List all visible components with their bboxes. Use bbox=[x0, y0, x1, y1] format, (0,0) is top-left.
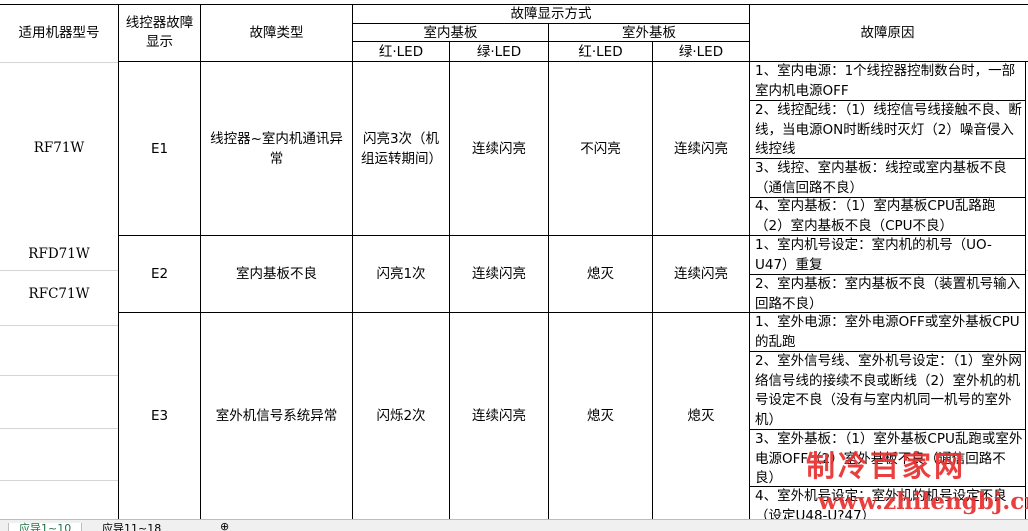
header-cause: 故障原因 bbox=[860, 25, 915, 41]
row-e2-type: 室内基板不良 bbox=[236, 266, 317, 282]
row-e2-indoor-red: 闪亮1次 bbox=[376, 266, 426, 282]
header-display: 线控器故障 显示 bbox=[125, 15, 194, 50]
gridline bbox=[0, 270, 118, 271]
row-e3-outdoor-red: 熄灭 bbox=[587, 408, 614, 424]
row-e1-cause-1: 1、室内电源：1个线控器控制数台时，一部室内机电源OFF bbox=[755, 63, 1016, 99]
header-display-mode: 故障显示方式 bbox=[510, 5, 592, 22]
header-indoor-red-led: 红·LED bbox=[378, 43, 424, 60]
model-rf71w: RF71W bbox=[33, 140, 85, 156]
gridline bbox=[0, 428, 118, 429]
row-e1-cause-2: 2、线控配线：（1）线控信号线接触不良、断线，当电源ON时断线时灭灯（2）噪音侵… bbox=[755, 102, 1022, 157]
row-e3-code: E3 bbox=[150, 408, 169, 424]
row-e1-outdoor-green: 连续闪亮 bbox=[674, 140, 728, 157]
sheet-tab-2[interactable]: 应导11~18 bbox=[92, 523, 171, 531]
row-e1-cause-3: 3、线控、室内基板：线控或室内基板不良（通信回路不良） bbox=[755, 160, 1007, 196]
row-e2-outdoor-red: 熄灭 bbox=[587, 266, 614, 282]
header-outdoor-board: 室外基板 bbox=[622, 24, 676, 41]
header-indoor-board: 室内基板 bbox=[423, 24, 478, 41]
row-e1-outdoor-red: 不闪亮 bbox=[580, 140, 621, 157]
row-e2-cause-1: 1、室内机号设定：室内机的机号（UO-U47）重复 bbox=[755, 237, 992, 273]
header-outdoor-red-led: 红·LED bbox=[578, 43, 623, 60]
row-e2-code: E2 bbox=[150, 266, 169, 282]
row-e3-indoor-red: 闪烁2次 bbox=[376, 408, 426, 424]
gridline bbox=[0, 62, 118, 63]
row-e1-type: 线控器~室内机通讯异常 bbox=[210, 130, 343, 167]
header-fault-type: 故障类型 bbox=[249, 25, 304, 41]
add-sheet-icon[interactable]: ⊕ bbox=[210, 521, 239, 531]
row-e3-cause-2: 2、室外信号线、室外机号设定：（1）室外网络信号线的接续不良或断线（2）室外机的… bbox=[755, 353, 1022, 428]
border bbox=[749, 4, 750, 519]
row-e3-cause-1: 1、室外电源：室外电源OFF或室外基板CPU的乱跑 bbox=[755, 314, 1020, 350]
model-rfd71w: RFD71W bbox=[28, 246, 90, 262]
row-e2-indoor-green: 连续闪亮 bbox=[472, 266, 526, 282]
row-e3-type: 室外机信号系统异常 bbox=[215, 408, 338, 424]
model-rfc71w: RFC71W bbox=[28, 286, 90, 302]
sheet-tab-bar: 应导1~10 应导11~18 ⊕ bbox=[0, 519, 1028, 531]
row-e1-indoor-red: 闪亮3次（机组运转期间） bbox=[361, 130, 442, 167]
row-e2-cause-2: 2、室内基板：室内基板不良（装置机号输入回路不良） bbox=[755, 276, 1021, 312]
row-e2-outdoor-green: 连续闪亮 bbox=[674, 266, 728, 282]
row-e3-indoor-green: 连续闪亮 bbox=[472, 408, 526, 424]
gridline bbox=[0, 375, 118, 376]
gridline bbox=[0, 325, 118, 326]
gridline bbox=[0, 480, 118, 481]
row-e1-cause-4: 4、室内基板：（1）室内基板CPU乱路跑（2）室内基板不良（CPU不良） bbox=[755, 198, 996, 234]
header-indoor-green-led: 绿·LED bbox=[476, 43, 522, 60]
row-e1-indoor-green: 连续闪亮 bbox=[472, 140, 526, 157]
watermark-url: www.zhilengbj.cn bbox=[818, 488, 1028, 515]
row-e1-code: E1 bbox=[150, 140, 169, 157]
header-outdoor-green-led: 绿·LED bbox=[678, 43, 724, 60]
sheet-tab-1[interactable]: 应导1~10 bbox=[8, 523, 83, 531]
border bbox=[1025, 61, 1026, 519]
header-model: 适用机器型号 bbox=[18, 25, 100, 41]
watermark-title: 制冷百家网 bbox=[806, 449, 967, 483]
spreadsheet-sheet: 适用机器型号 线控器故障 显示 故障类型 故障显示方式 室内基板 室外基板 红·… bbox=[0, 0, 1028, 531]
row-e3-outdoor-green: 熄灭 bbox=[687, 408, 715, 424]
